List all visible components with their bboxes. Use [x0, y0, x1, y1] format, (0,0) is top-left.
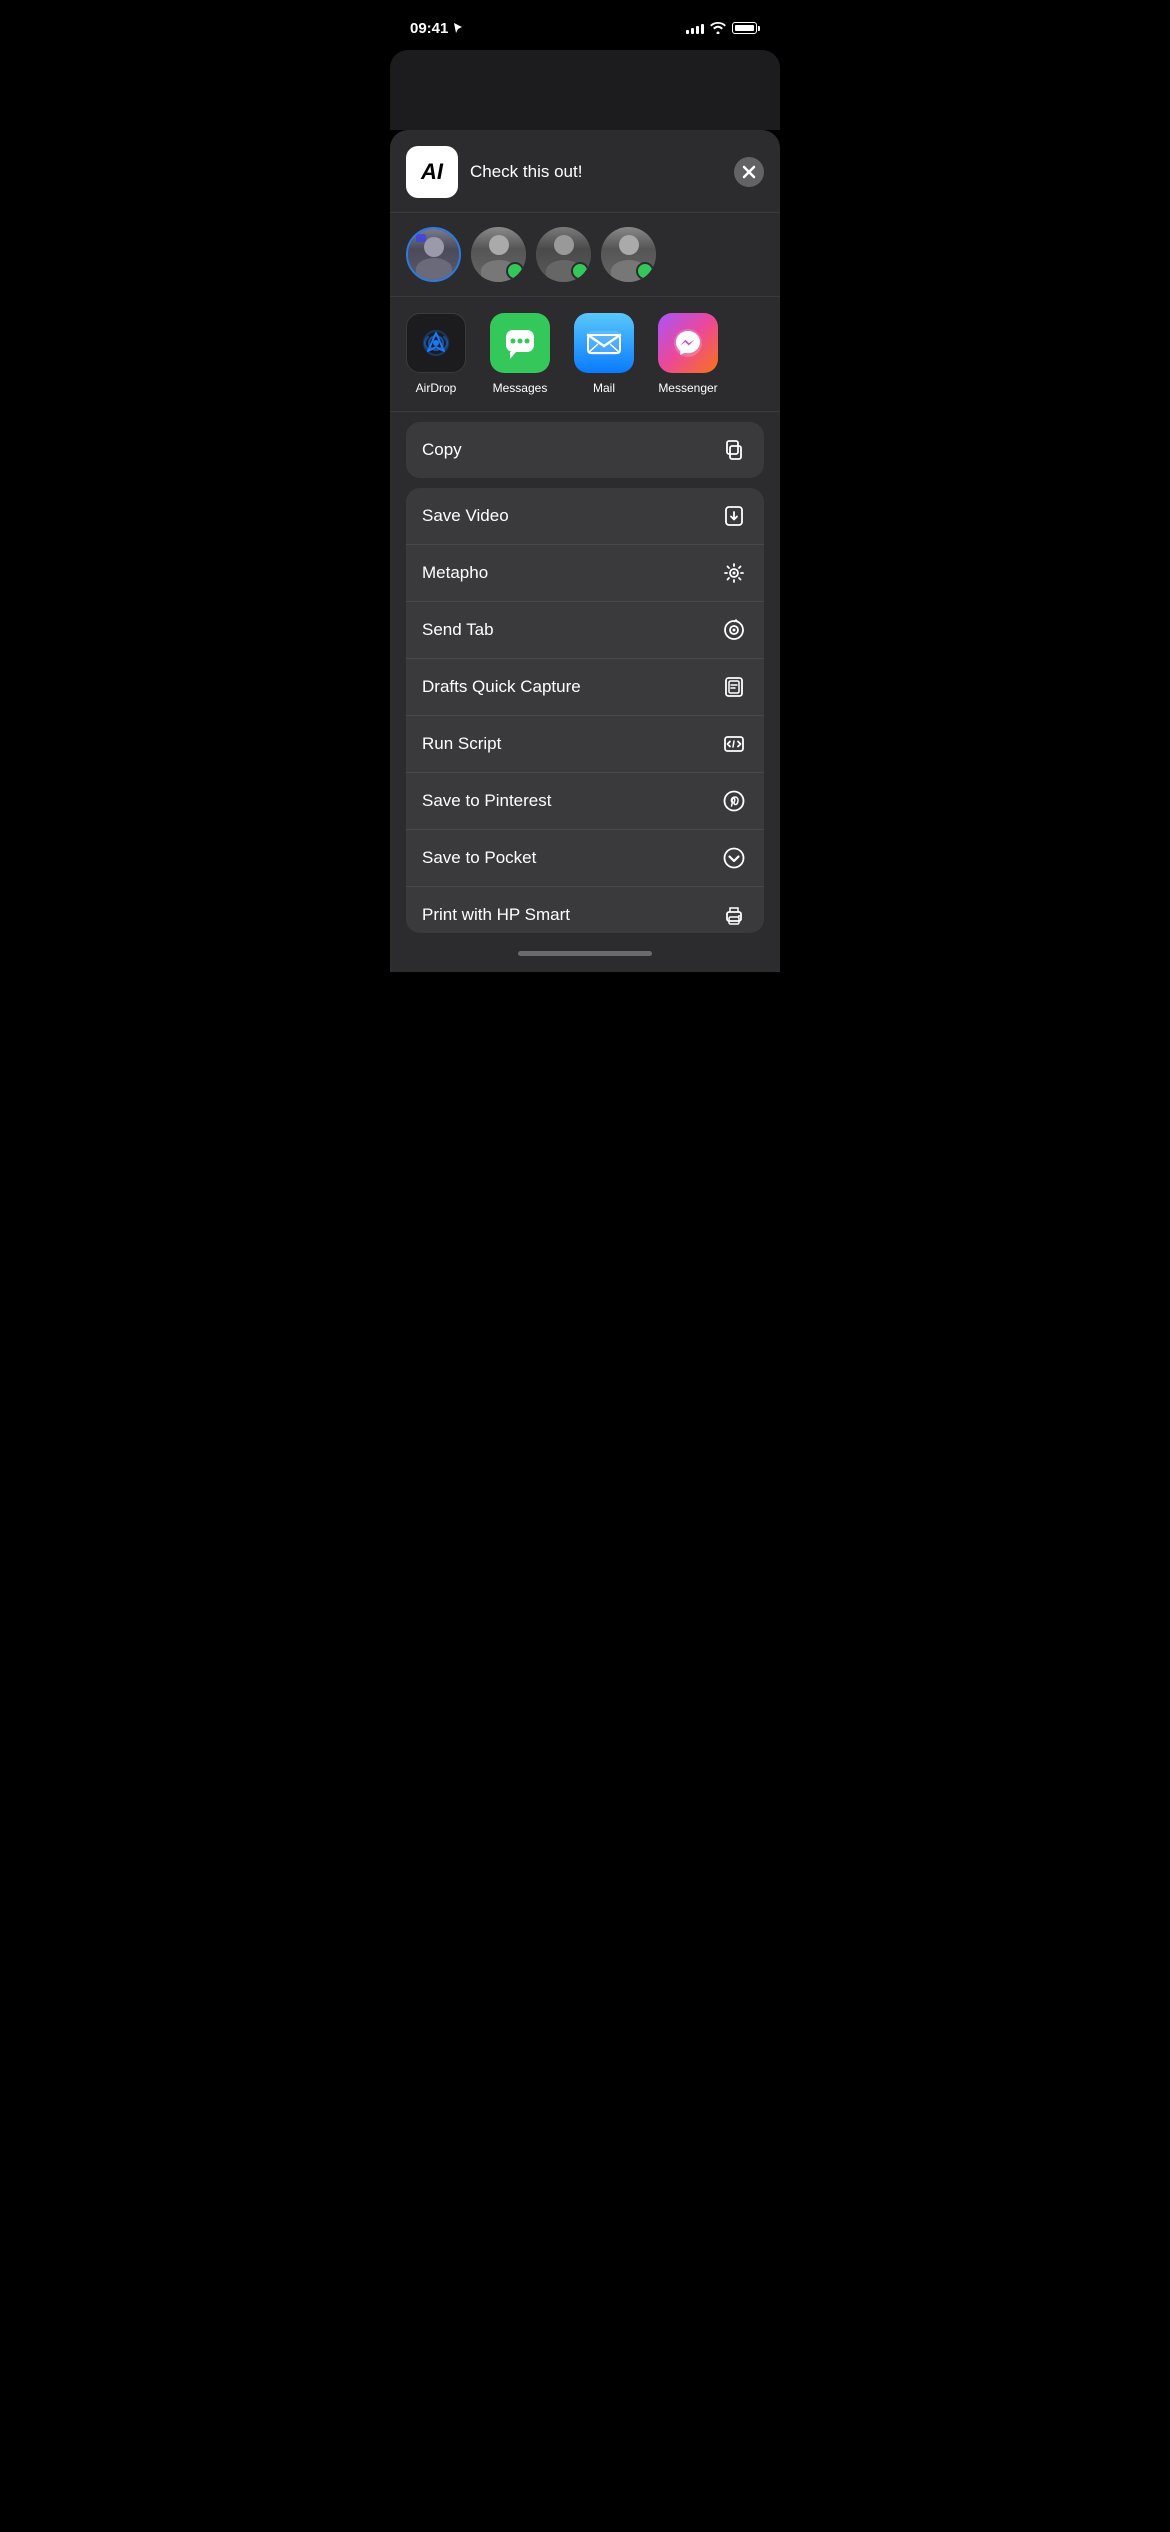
app-label-mail: Mail — [593, 381, 615, 395]
metapho-label: Metapho — [422, 563, 488, 583]
share-app-icon: AI — [406, 146, 458, 198]
actions-section: Save Video Metapho Send Tab — [406, 488, 764, 933]
home-indicator — [518, 951, 652, 956]
target-svg — [723, 619, 745, 641]
app-item-messenger[interactable]: Messenger — [654, 313, 722, 395]
wifi-icon — [710, 22, 726, 34]
contact-item[interactable] — [601, 227, 656, 282]
run-script-label: Run Script — [422, 734, 501, 754]
save-to-pocket-label: Save to Pocket — [422, 848, 536, 868]
contact-avatar — [406, 227, 461, 282]
star-icon — [720, 559, 748, 587]
drafts-quick-capture-button[interactable]: Drafts Quick Capture — [406, 659, 764, 716]
save-to-pinterest-label: Save to Pinterest — [422, 791, 551, 811]
printer-icon — [720, 901, 748, 929]
close-button[interactable] — [734, 157, 764, 187]
send-tab-button[interactable]: Send Tab — [406, 602, 764, 659]
pocket-svg — [723, 847, 745, 869]
contact-avatar — [471, 227, 526, 282]
download-svg — [723, 505, 745, 527]
run-script-button[interactable]: Run Script — [406, 716, 764, 773]
contact-avatar — [536, 227, 591, 282]
contact-item[interactable] — [536, 227, 591, 282]
signal-bars-icon — [686, 22, 704, 34]
home-indicator-bar — [390, 943, 780, 972]
contacts-row[interactable] — [390, 213, 780, 297]
metapho-button[interactable]: Metapho — [406, 545, 764, 602]
messages-icon — [490, 313, 550, 373]
target-icon — [720, 616, 748, 644]
contact-avatar — [601, 227, 656, 282]
drafts-label: Drafts Quick Capture — [422, 677, 581, 697]
app-label-messages: Messages — [493, 381, 548, 395]
save-to-pocket-button[interactable]: Save to Pocket — [406, 830, 764, 887]
share-header: AI Check this out! — [390, 130, 780, 213]
save-video-button[interactable]: Save Video — [406, 488, 764, 545]
drafts-svg — [723, 676, 745, 698]
copy-label: Copy — [422, 440, 462, 460]
save-video-label: Save Video — [422, 506, 509, 526]
app-label-airdrop: AirDrop — [416, 381, 457, 395]
copy-button[interactable]: Copy — [406, 422, 764, 478]
app-label-messenger: Messenger — [658, 381, 717, 395]
copy-svg — [723, 439, 745, 461]
print-with-hp-label: Print with HP Smart — [422, 905, 570, 925]
mail-svg — [586, 327, 622, 359]
pinterest-svg — [723, 790, 745, 812]
contact-item[interactable] — [406, 227, 461, 282]
mail-icon — [574, 313, 634, 373]
status-time: 09:41 — [410, 20, 463, 37]
airdrop-icon — [406, 313, 466, 373]
status-bar: 09:41 — [390, 0, 780, 50]
drafts-icon — [720, 673, 748, 701]
save-to-pinterest-button[interactable]: Save to Pinterest — [406, 773, 764, 830]
copy-icon — [720, 436, 748, 464]
code-svg — [723, 733, 745, 755]
messenger-svg — [670, 325, 706, 361]
close-icon — [742, 165, 756, 179]
star-svg — [723, 562, 745, 584]
apps-row[interactable]: AirDrop Messages — [390, 297, 780, 412]
messenger-icon — [658, 313, 718, 373]
time-label: 09:41 — [410, 20, 448, 37]
contact-item[interactable] — [471, 227, 526, 282]
page-background — [390, 50, 780, 130]
pocket-icon — [720, 844, 748, 872]
messages-svg — [502, 325, 538, 361]
app-item-airdrop[interactable]: AirDrop — [402, 313, 470, 395]
printer-svg — [723, 904, 745, 926]
app-icon-text: AI — [421, 159, 443, 185]
share-title: Check this out! — [470, 162, 734, 182]
copy-section: Copy — [406, 422, 764, 478]
airdrop-svg — [418, 325, 454, 361]
app-item-messages[interactable]: Messages — [486, 313, 554, 395]
send-tab-label: Send Tab — [422, 620, 494, 640]
share-sheet: AI Check this out! — [390, 130, 780, 972]
pinterest-icon — [720, 787, 748, 815]
app-item-mail[interactable]: Mail — [570, 313, 638, 395]
location-arrow-icon — [453, 22, 463, 35]
status-icons — [686, 22, 760, 34]
battery-icon — [732, 22, 760, 34]
code-icon — [720, 730, 748, 758]
print-with-hp-button[interactable]: Print with HP Smart — [406, 887, 764, 933]
download-icon — [720, 502, 748, 530]
